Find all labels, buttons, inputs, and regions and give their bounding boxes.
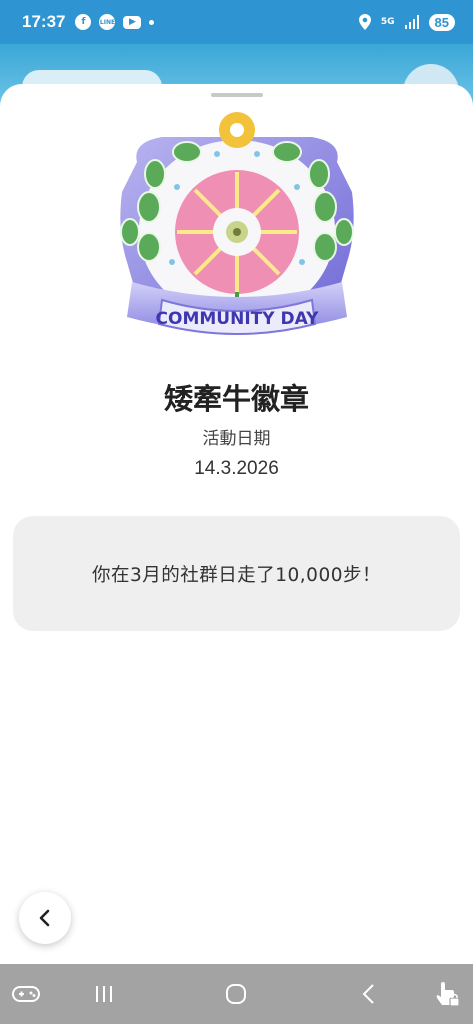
system-icons: 5G 85 [358, 13, 455, 31]
game-tools-button[interactable] [10, 978, 42, 1010]
petunia-badge-image: COMMUNITY DAY [120, 112, 354, 335]
status-bar: 17:37 f LINE ▶ 5G 85 [0, 0, 473, 44]
achievement-message-card: 你在3月的社群日走了10,000步！ [13, 516, 460, 631]
home-button[interactable] [220, 978, 252, 1010]
back-button[interactable] [19, 892, 71, 944]
touch-lock-button[interactable] [430, 978, 462, 1010]
gamepad-icon [12, 986, 40, 1002]
event-date-value: 14.3.2026 [194, 458, 279, 479]
status-time: 17:37 [22, 12, 66, 31]
chevron-left-icon [39, 909, 50, 927]
badge-detail-sheet: COMMUNITY DAY 矮牽牛徽章 活動日期 14.3.2026 你在3月的… [0, 84, 473, 964]
more-notifications-dot [149, 19, 155, 25]
recents-button[interactable] [88, 978, 120, 1010]
achievement-message: 你在3月的社群日走了10,000步！ [91, 564, 381, 586]
location-icon [358, 14, 371, 30]
badge-banner-text: COMMUNITY DAY [156, 309, 320, 329]
line-icon: LINE [99, 14, 116, 30]
signal-icon [404, 15, 419, 29]
touch-lock-icon [436, 982, 460, 1007]
home-icon [226, 984, 246, 1004]
system-back-button[interactable] [352, 978, 384, 1010]
event-date-label: 活動日期 [202, 429, 271, 449]
facebook-icon: f [75, 14, 92, 30]
back-icon [362, 984, 374, 1004]
battery-level: 85 [428, 13, 455, 31]
recents-icon [96, 986, 112, 1002]
network-type: 5G [380, 16, 395, 27]
youtube-icon: ▶ [123, 15, 142, 29]
badge-title: 矮牽牛徽章 [163, 382, 309, 416]
notification-icons: f LINE ▶ [75, 14, 155, 30]
sheet-drag-handle[interactable] [211, 93, 263, 97]
system-navigation-bar [0, 964, 473, 1024]
